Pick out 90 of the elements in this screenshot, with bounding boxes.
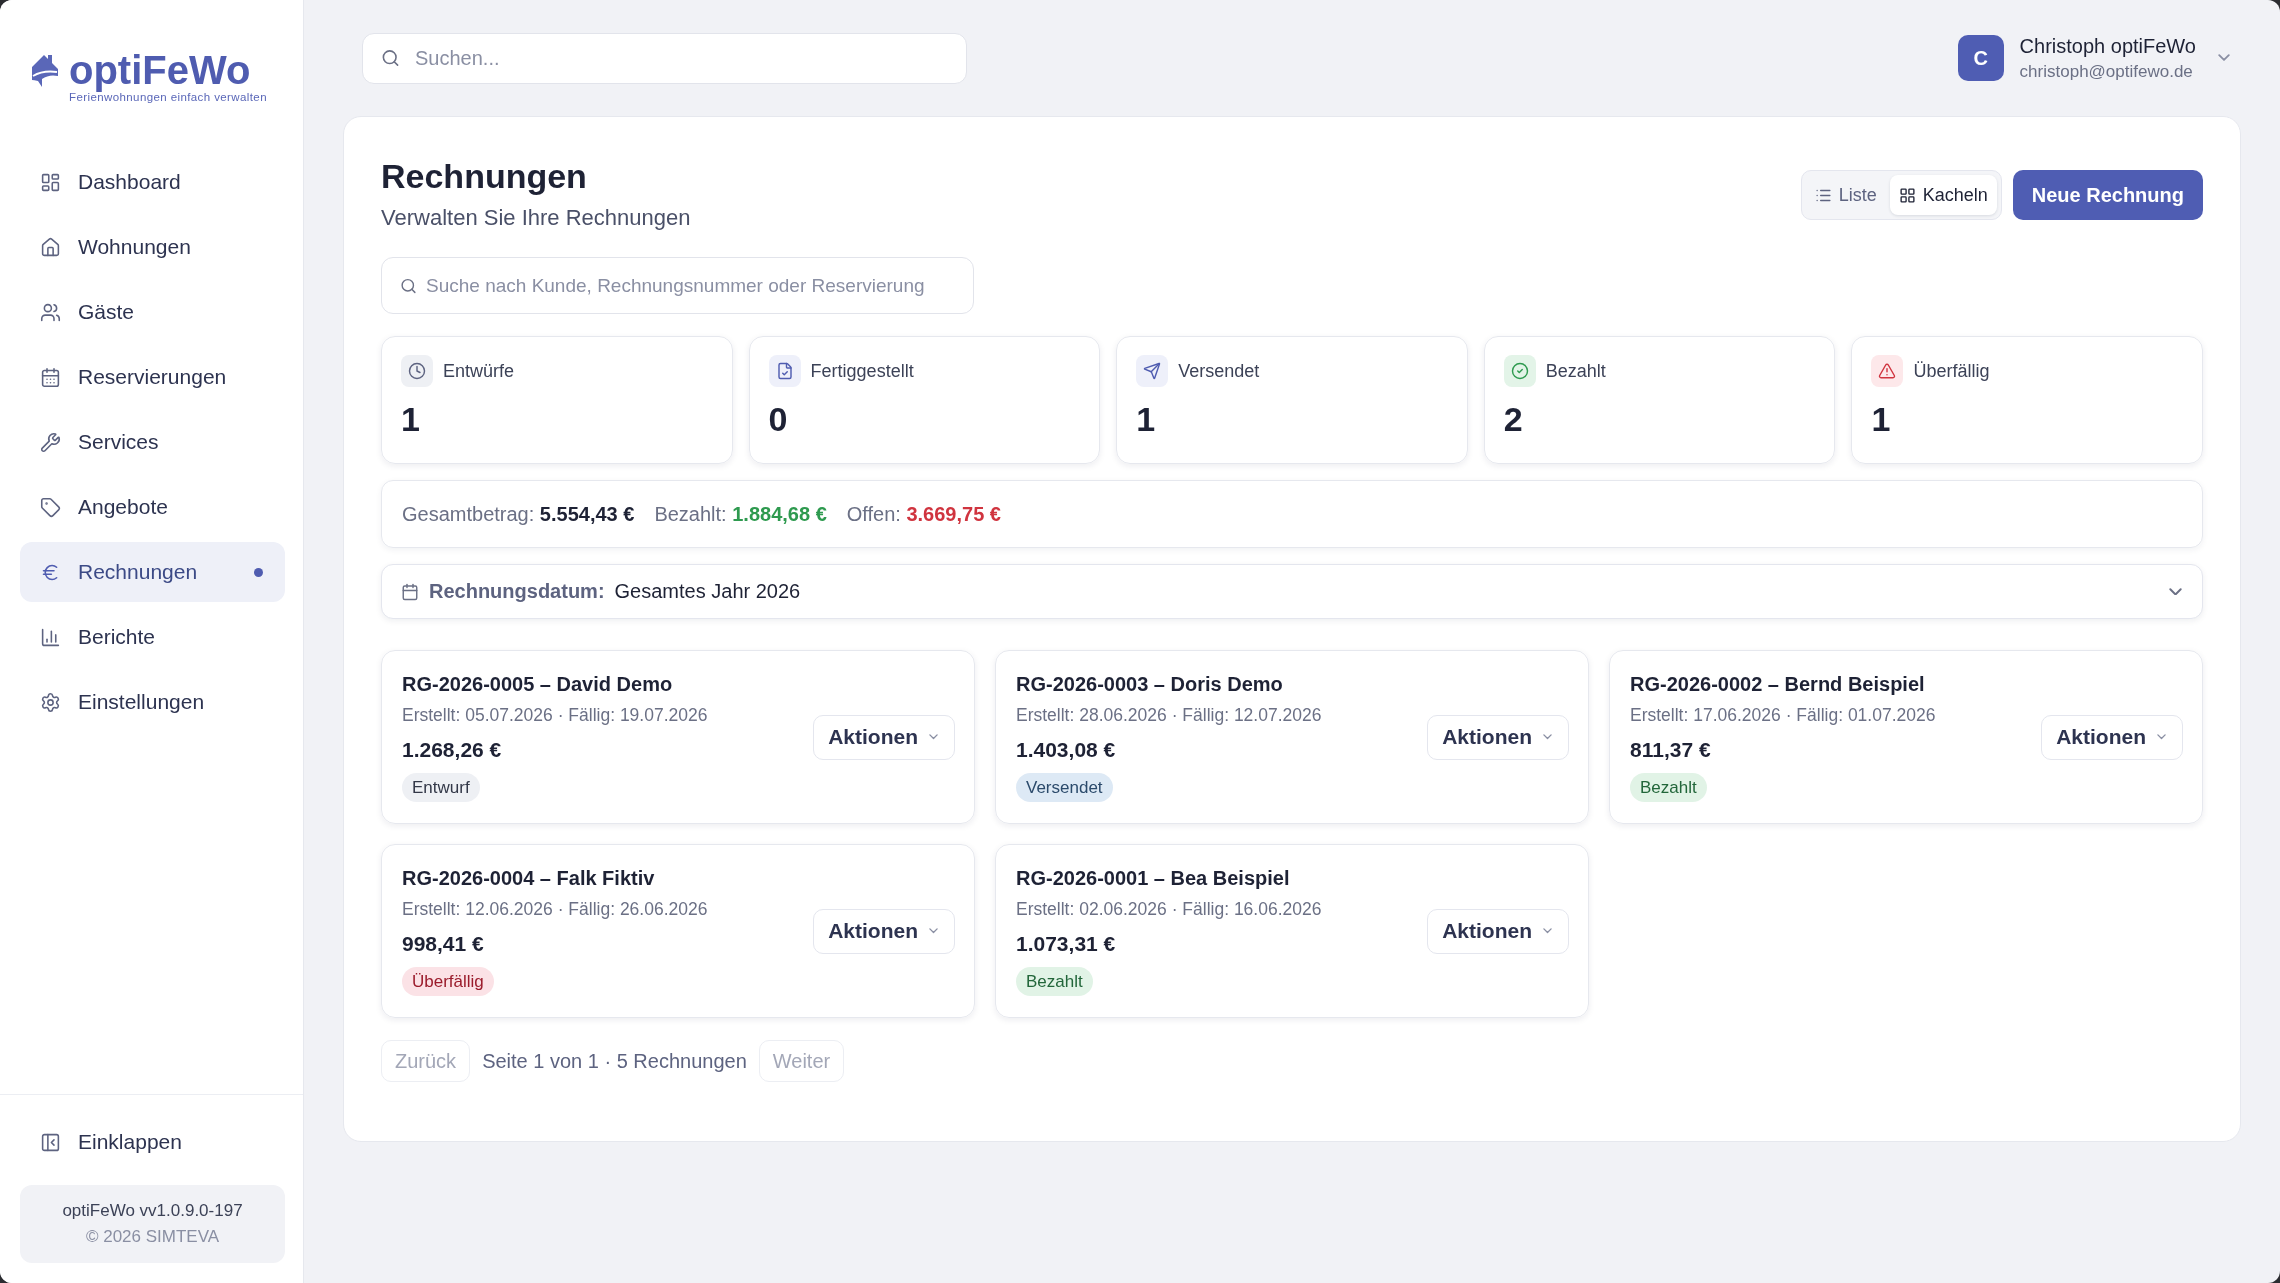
nav-item[interactable]: Einstellungen — [20, 672, 285, 732]
dot-icon — [254, 567, 263, 577]
invoice-amount: 811,37 € — [1630, 737, 1711, 763]
stat-label: Überfällig — [1913, 360, 1990, 382]
dashboard-grid-icon — [40, 171, 61, 193]
date-filter[interactable]: Rechnungsdatum: Gesamtes Jahr 2026 — [381, 564, 2203, 619]
nav-item[interactable]: Wohnungen — [20, 217, 285, 277]
panel-collapse-icon — [40, 1131, 61, 1153]
actions-button[interactable]: Aktionen — [1427, 714, 1569, 760]
send-icon — [1136, 355, 1169, 387]
summary-figure: Offen: 3.669,75 € — [846, 502, 1001, 526]
calendar-icon — [401, 582, 419, 601]
nav-item[interactable]: Services — [20, 412, 285, 472]
invoice-dates: Erstellt: 17.06.2026 · Fällig: 01.07.2026 — [1630, 704, 1936, 726]
chevron-down-icon[interactable] — [2218, 54, 2230, 62]
invoice-title: RG-2026-0003 – Doris Demo — [1016, 672, 1283, 696]
chevron-down-icon — [2169, 587, 2182, 596]
status-badge: Entwurf — [402, 773, 480, 802]
invoice-dates: Erstellt: 05.07.2026 · Fällig: 19.07.2026 — [402, 704, 708, 726]
status-badge: Überfällig — [402, 967, 494, 996]
avatar[interactable]: C — [1957, 35, 2004, 81]
chevron-down-icon — [1543, 734, 1552, 740]
invoice-amount: 1.403,08 € — [1016, 737, 1116, 763]
brand-tagline: Ferienwohnungen einfach verwalten — [69, 91, 267, 104]
stat-value: 1 — [1136, 399, 1156, 439]
invoice-dates: Erstellt: 28.06.2026 · Fällig: 12.07.2026 — [1016, 704, 1322, 726]
actions-button[interactable]: Aktionen — [813, 908, 955, 954]
page-info: Seite 1 von 1 · 5 Rechnungen — [482, 1049, 747, 1073]
stat-value: 1 — [401, 399, 420, 439]
copyright-text: © 2026 SIMTEVA — [85, 1227, 220, 1247]
search-field[interactable]: Suchen... — [362, 32, 967, 84]
page-title: Rechnungen — [381, 156, 587, 196]
user-name: Christoph optiFeWo — [2019, 34, 2196, 58]
stat-label: Entwürfe — [443, 360, 515, 382]
summary-figure: Gesamtbetrag: 5.554,43 € — [402, 502, 635, 526]
stat-label: Fertiggestellt — [810, 360, 914, 382]
nav-item[interactable]: Rechnungen — [20, 542, 285, 602]
tag-icon — [40, 496, 61, 518]
invoice-amount: 998,41 € — [402, 931, 484, 957]
invoice-dates: Erstellt: 12.06.2026 · Fällig: 26.06.2026 — [402, 898, 708, 920]
bar-chart-icon — [40, 626, 61, 648]
stat-label: Versendet — [1178, 360, 1260, 382]
invoice-amount: 1.268,26 € — [402, 737, 502, 763]
house-logo-icon — [31, 52, 59, 88]
grid-icon — [1898, 186, 1916, 204]
invoice-amount: 1.073,31 € — [1016, 931, 1116, 957]
version-text: optiFeWo vv1.0.9.0-197 — [62, 1201, 243, 1221]
actions-button[interactable]: Aktionen — [813, 714, 955, 760]
invoice-title: RG-2026-0004 – Falk Fiktiv — [402, 866, 655, 890]
stat-value: 1 — [1871, 399, 1891, 439]
new-invoice-button[interactable]: Neue Rechnung — [2012, 170, 2203, 220]
search-field[interactable]: Suche nach Kunde, Rechnungsnummer oder Reservierung — [381, 257, 974, 314]
status-badge: Versendet — [1016, 773, 1113, 802]
file-check-icon — [768, 355, 801, 387]
view-tab[interactable]: Liste — [1805, 175, 1886, 215]
nav-item[interactable]: Berichte — [20, 607, 285, 667]
user-email: christoph@optifewo.de — [2019, 62, 2194, 82]
stat-value: 0 — [768, 399, 788, 439]
invoice-dates: Erstellt: 02.06.2026 · Fällig: 16.06.2026 — [1016, 898, 1322, 920]
summary-figure: Bezahlt: 1.884,68 € — [654, 502, 827, 526]
calendar-icon — [40, 366, 61, 388]
stat-label: Bezahlt — [1545, 360, 1606, 382]
warning-icon — [1871, 355, 1904, 387]
house-icon — [40, 236, 61, 258]
chevron-down-icon — [2157, 734, 2166, 740]
nav-item[interactable]: Angebote — [20, 477, 285, 537]
chevron-down-icon — [929, 928, 938, 934]
view-tab[interactable]: Kacheln — [1889, 175, 1997, 215]
page-subtitle: Verwalten Sie Ihre Rechnungen — [381, 204, 691, 232]
settings-icon — [40, 691, 61, 713]
actions-button[interactable]: Aktionen — [1427, 908, 1569, 954]
clock-icon — [401, 355, 433, 387]
invoice-title: RG-2026-0005 – David Demo — [402, 672, 673, 696]
invoice-title: RG-2026-0001 – Bea Beispiel — [1016, 866, 1290, 890]
brand-name: optiFeWo — [69, 50, 251, 90]
status-badge: Bezahlt — [1016, 967, 1093, 996]
search-icon — [381, 48, 400, 68]
collapse-button[interactable]: Einklappen — [20, 1114, 202, 1170]
nav-item[interactable]: Gäste — [20, 282, 285, 342]
search-icon — [400, 277, 417, 294]
people-icon — [40, 301, 61, 323]
nav-item[interactable]: Dashboard — [20, 152, 285, 212]
stat-value: 2 — [1503, 399, 1523, 439]
invoice-title: RG-2026-0002 – Bernd Beispiel — [1630, 672, 1925, 696]
nav-item[interactable]: Reservierungen — [20, 347, 285, 407]
chevron-down-icon — [929, 734, 938, 740]
status-badge: Bezahlt — [1630, 773, 1707, 802]
actions-button[interactable]: Aktionen — [2041, 714, 2183, 760]
chevron-down-icon — [1543, 928, 1552, 934]
wrench-icon — [40, 431, 61, 453]
